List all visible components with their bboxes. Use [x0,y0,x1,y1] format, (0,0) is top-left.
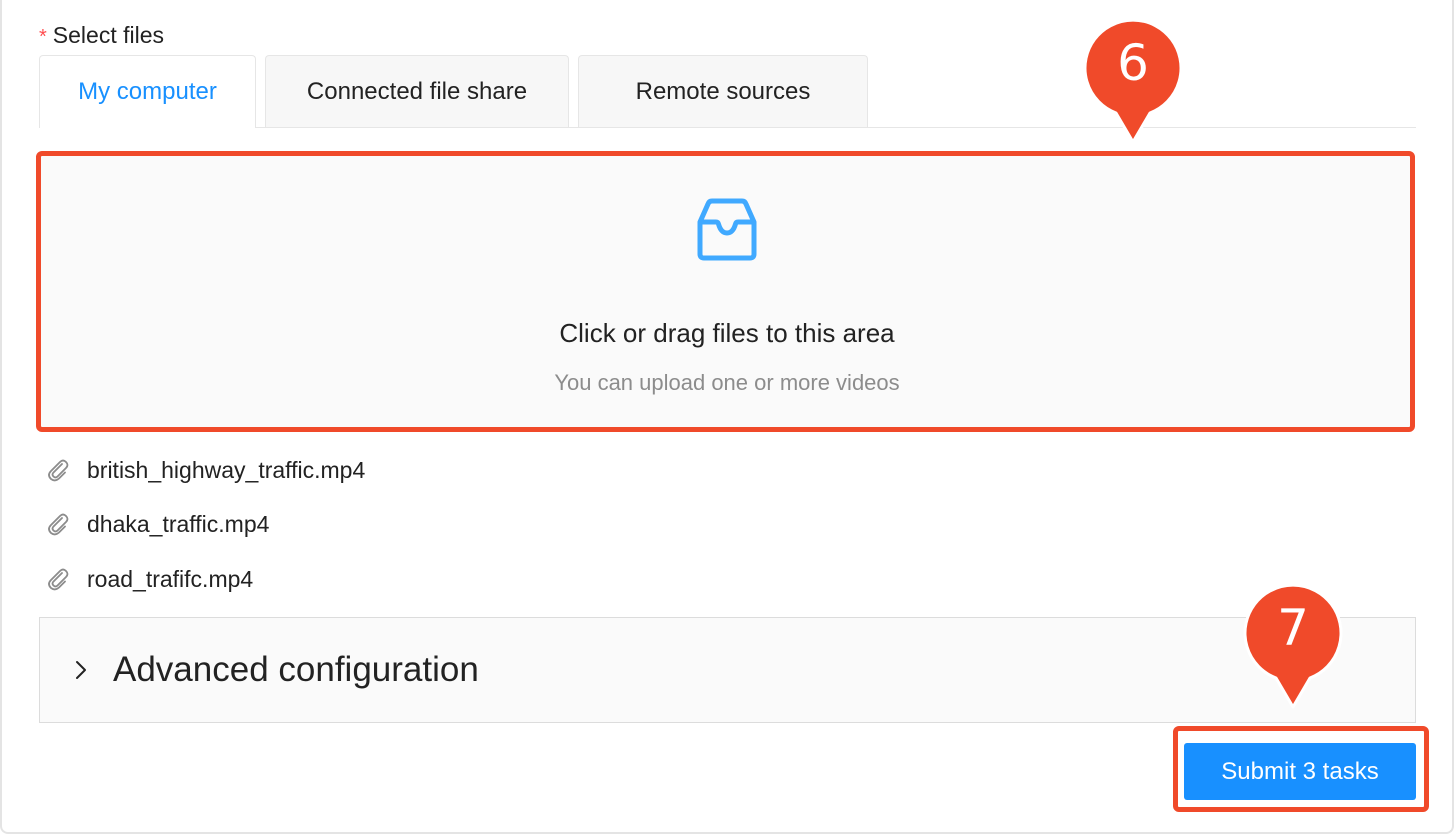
paperclip-icon [48,568,69,591]
required-mark: * [39,26,47,48]
inbox-icon [697,198,757,261]
paperclip-icon [48,513,69,536]
tab-my-computer[interactable]: My computer [39,55,256,128]
paperclip-icon [48,459,69,482]
callout-number: 6 [1117,34,1149,92]
file-name: dhaka_traffic.mp4 [87,510,270,537]
chevron-right-icon [76,661,86,679]
file-list-item[interactable]: road_trafifc.mp4 [46,564,253,594]
file-list-item[interactable]: dhaka_traffic.mp4 [46,509,269,539]
step-callout-7: 7 [1243,583,1343,713]
file-name: road_trafifc.mp4 [87,565,254,592]
file-list-item[interactable]: british_highway_traffic.mp4 [46,455,365,485]
file-name: british_highway_traffic.mp4 [87,456,366,483]
step-callout-6: 6 [1083,18,1183,148]
select-files-label: * Select files [39,22,164,49]
advanced-configuration-title: Advanced configuration [113,650,479,689]
callout-number: 7 [1277,599,1309,657]
dropzone-title: Click or drag files to this area [559,318,895,348]
dropzone-hint: You can upload one or more videos [554,370,900,395]
tab-remote-sources[interactable]: Remote sources [578,55,868,127]
select-files-label-text: Select files [52,22,165,48]
submit-tasks-button[interactable]: Submit 3 tasks [1184,743,1416,800]
source-tabs: My computer Connected file share Remote … [39,55,1416,128]
tab-connected-file-share[interactable]: Connected file share [265,55,569,127]
